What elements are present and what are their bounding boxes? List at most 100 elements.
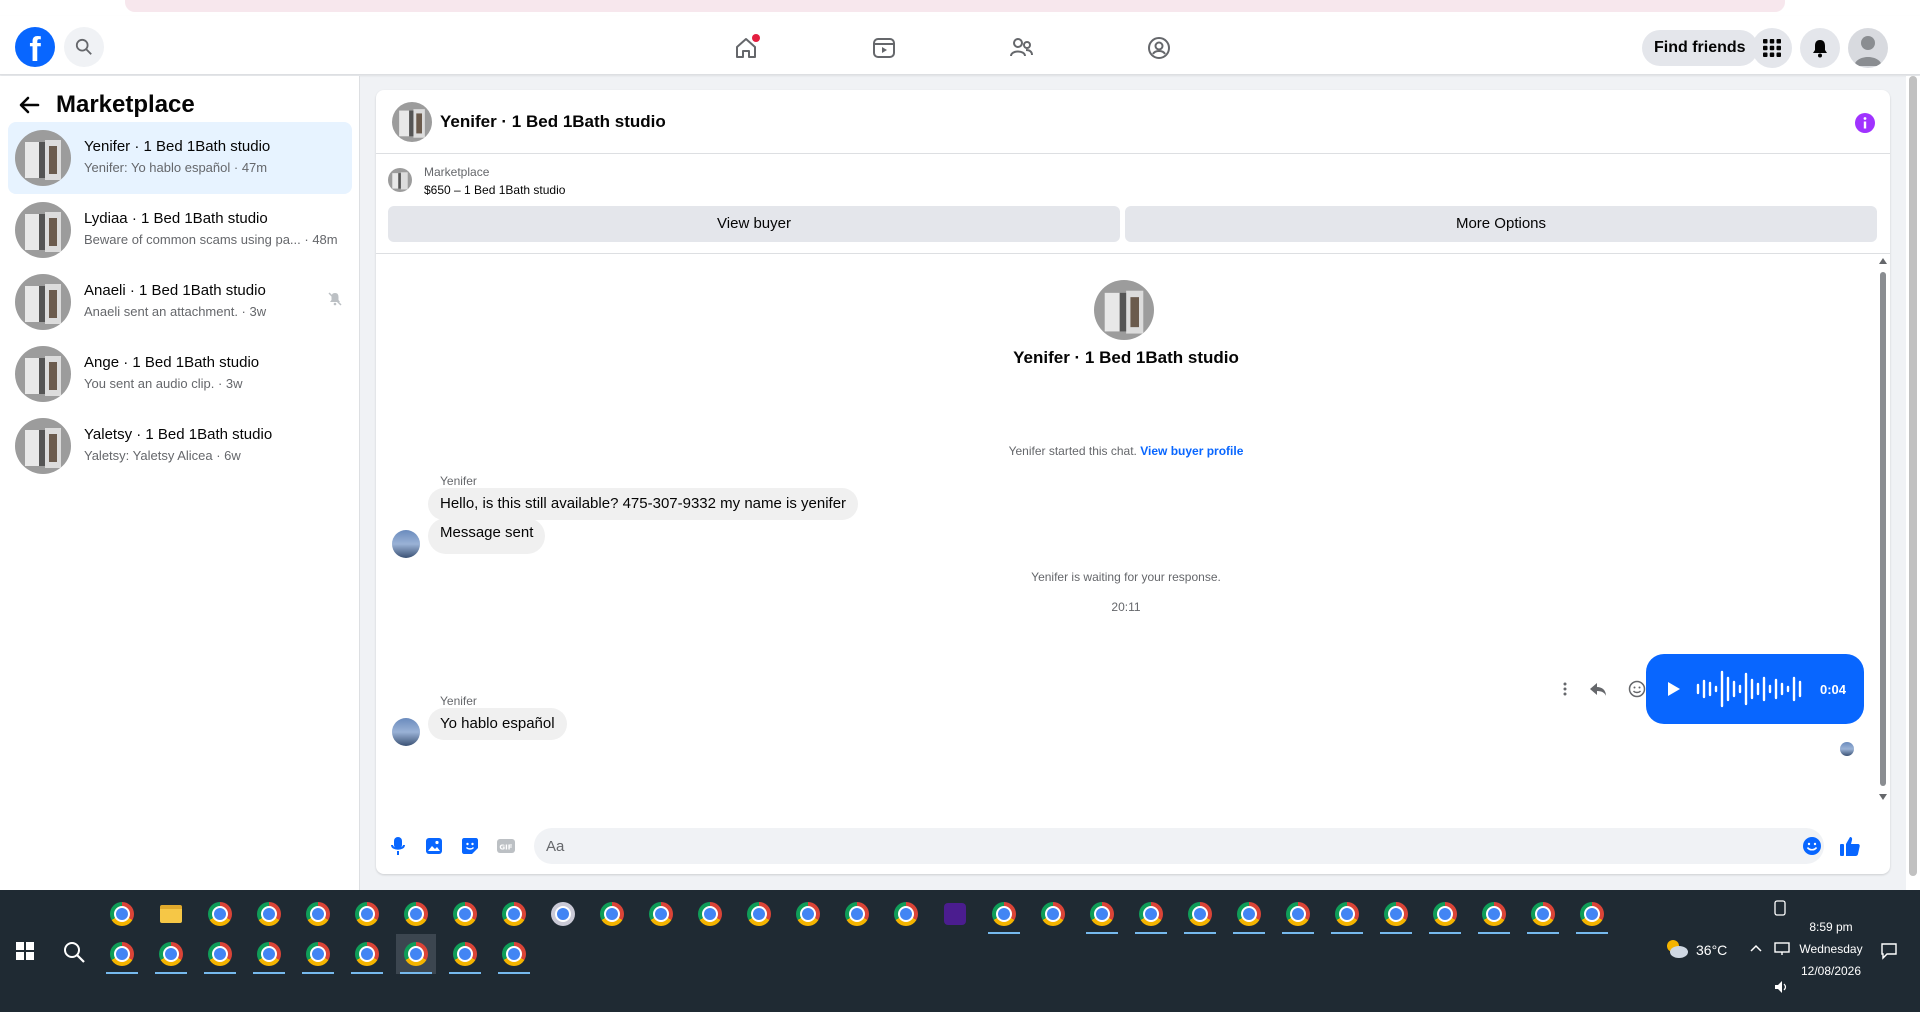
sticker-button[interactable] [452, 828, 488, 864]
chrome-app-icon[interactable] [151, 934, 191, 974]
chrome-app-icon[interactable] [984, 894, 1024, 934]
thread-scrollbar[interactable] [1876, 254, 1890, 812]
chrome-app-icon[interactable] [1082, 894, 1122, 934]
chrome-app-icon[interactable] [1572, 894, 1612, 934]
weather-temperature[interactable]: 36°C [1696, 942, 1727, 958]
page-scrollbar[interactable] [1906, 76, 1920, 890]
taskbar-search-icon[interactable] [62, 940, 86, 964]
conversation-item[interactable]: Yenifer · 1 Bed 1Bath studio Yenifer: Yo… [8, 122, 352, 194]
chrome-app-icon[interactable] [641, 894, 681, 934]
chrome-app-icon[interactable] [690, 894, 730, 934]
emoji-button[interactable] [1794, 828, 1830, 864]
notification-center-icon[interactable] [1880, 942, 1898, 960]
scroll-down-icon[interactable] [1879, 794, 1887, 800]
find-friends-button[interactable]: Find friends [1642, 30, 1758, 66]
message-actions [1562, 674, 1646, 704]
message-input[interactable] [534, 828, 1824, 864]
chrome-app-icon[interactable] [1131, 894, 1171, 934]
chrome-app-icon[interactable] [347, 934, 387, 974]
search-button[interactable] [64, 27, 104, 67]
chrome-app-icon[interactable] [102, 894, 142, 934]
chrome-app-icon-active[interactable] [396, 934, 436, 974]
volume-icon[interactable] [1774, 980, 1790, 994]
file-explorer-icon[interactable] [151, 894, 191, 934]
video-tab[interactable] [864, 28, 904, 68]
app-icon[interactable] [935, 894, 975, 934]
react-emoji-icon[interactable] [1628, 680, 1646, 698]
chrome-app-icon[interactable] [886, 894, 926, 934]
chrome-app-icon[interactable] [298, 894, 338, 934]
friends-tab[interactable] [1001, 28, 1041, 68]
attach-photo-button[interactable] [416, 828, 452, 864]
chrome-app-icon[interactable] [788, 894, 828, 934]
more-options-icon[interactable] [1562, 681, 1568, 697]
device-icon[interactable] [1774, 900, 1786, 916]
reply-icon[interactable] [1589, 681, 1607, 697]
chrome-app-icon[interactable] [1376, 894, 1416, 934]
scrollbar-thumb[interactable] [1880, 272, 1886, 786]
chrome-app-icon[interactable] [592, 894, 632, 934]
chat-title[interactable]: Yenifer · 1 Bed 1Bath studio [440, 112, 666, 132]
weather-icon[interactable] [1664, 938, 1690, 960]
conversation-item[interactable]: Lydiaa · 1 Bed 1Bath studio Beware of co… [8, 194, 352, 266]
more-options-button[interactable]: More Options [1125, 206, 1877, 242]
message-bubble[interactable]: Hello, is this still available? 475-307-… [428, 488, 859, 520]
chrome-app-icon[interactable] [200, 894, 240, 934]
listing-price-title[interactable]: $650 – 1 Bed 1Bath studio [424, 183, 565, 197]
conversation-item[interactable]: Ange · 1 Bed 1Bath studio You sent an au… [8, 338, 352, 410]
conversation-item[interactable]: Anaeli · 1 Bed 1Bath studio Anaeli sent … [8, 266, 352, 338]
scroll-up-icon[interactable] [1879, 258, 1887, 264]
view-buyer-button[interactable]: View buyer [388, 206, 1120, 242]
gif-button[interactable]: GIF [488, 828, 524, 864]
voice-clip-button[interactable] [380, 828, 416, 864]
chrome-app-icon[interactable] [1033, 894, 1073, 934]
menu-button[interactable] [1752, 28, 1792, 68]
like-button[interactable] [1832, 828, 1868, 864]
clock-date[interactable]: 12/08/2026 [1796, 964, 1866, 978]
app-icon[interactable] [543, 894, 583, 934]
view-buyer-profile-link[interactable]: View buyer profile [1140, 444, 1243, 458]
home-tab[interactable] [726, 28, 766, 68]
video-icon [873, 38, 895, 58]
page-scrollbar-thumb[interactable] [1909, 76, 1917, 876]
chrome-app-icon[interactable] [347, 894, 387, 934]
account-avatar[interactable] [1848, 28, 1888, 68]
back-arrow-icon[interactable] [18, 94, 40, 116]
conversation-item[interactable]: Yaletsy · 1 Bed 1Bath studio Yaletsy: Ya… [8, 410, 352, 482]
chrome-app-icon[interactable] [494, 894, 534, 934]
browser-address-bar[interactable] [125, 0, 1785, 12]
chrome-app-icon[interactable] [1327, 894, 1367, 934]
audio-message[interactable]: 0:04 [1646, 654, 1864, 724]
info-icon[interactable] [1854, 112, 1876, 134]
chrome-app-icon[interactable] [102, 934, 142, 974]
network-icon[interactable] [1774, 942, 1790, 956]
chrome-app-icon[interactable] [396, 894, 436, 934]
message-composer: GIF [376, 818, 1890, 874]
chrome-app-icon[interactable] [1180, 894, 1220, 934]
chrome-app-icon[interactable] [298, 934, 338, 974]
chrome-app-icon[interactable] [1425, 894, 1465, 934]
chrome-app-icon[interactable] [200, 934, 240, 974]
chrome-app-icon[interactable] [1278, 894, 1318, 934]
clock-day[interactable]: Wednesday [1796, 942, 1866, 956]
chrome-app-icon[interactable] [837, 894, 877, 934]
chrome-app-icon[interactable] [249, 894, 289, 934]
clock-time[interactable]: 8:59 pm [1796, 920, 1866, 934]
chrome-app-icon[interactable] [1229, 894, 1269, 934]
chrome-app-icon[interactable] [1474, 894, 1514, 934]
facebook-logo[interactable]: f [15, 27, 55, 67]
windows-start-icon[interactable] [16, 942, 34, 960]
message-bubble[interactable]: Yo hablo español [428, 708, 567, 740]
chrome-app-icon[interactable] [249, 934, 289, 974]
chevron-up-icon[interactable] [1750, 944, 1762, 952]
chrome-app-icon[interactable] [445, 934, 485, 974]
chrome-app-icon[interactable] [494, 934, 534, 974]
notifications-button[interactable] [1800, 28, 1840, 68]
chat-header-thumbnail[interactable] [392, 102, 432, 142]
chrome-app-icon[interactable] [1523, 894, 1563, 934]
chrome-app-icon[interactable] [739, 894, 779, 934]
groups-tab[interactable] [1139, 28, 1179, 68]
play-icon[interactable] [1666, 680, 1682, 698]
message-bubble[interactable]: Message sent [428, 518, 546, 554]
chrome-app-icon[interactable] [445, 894, 485, 934]
